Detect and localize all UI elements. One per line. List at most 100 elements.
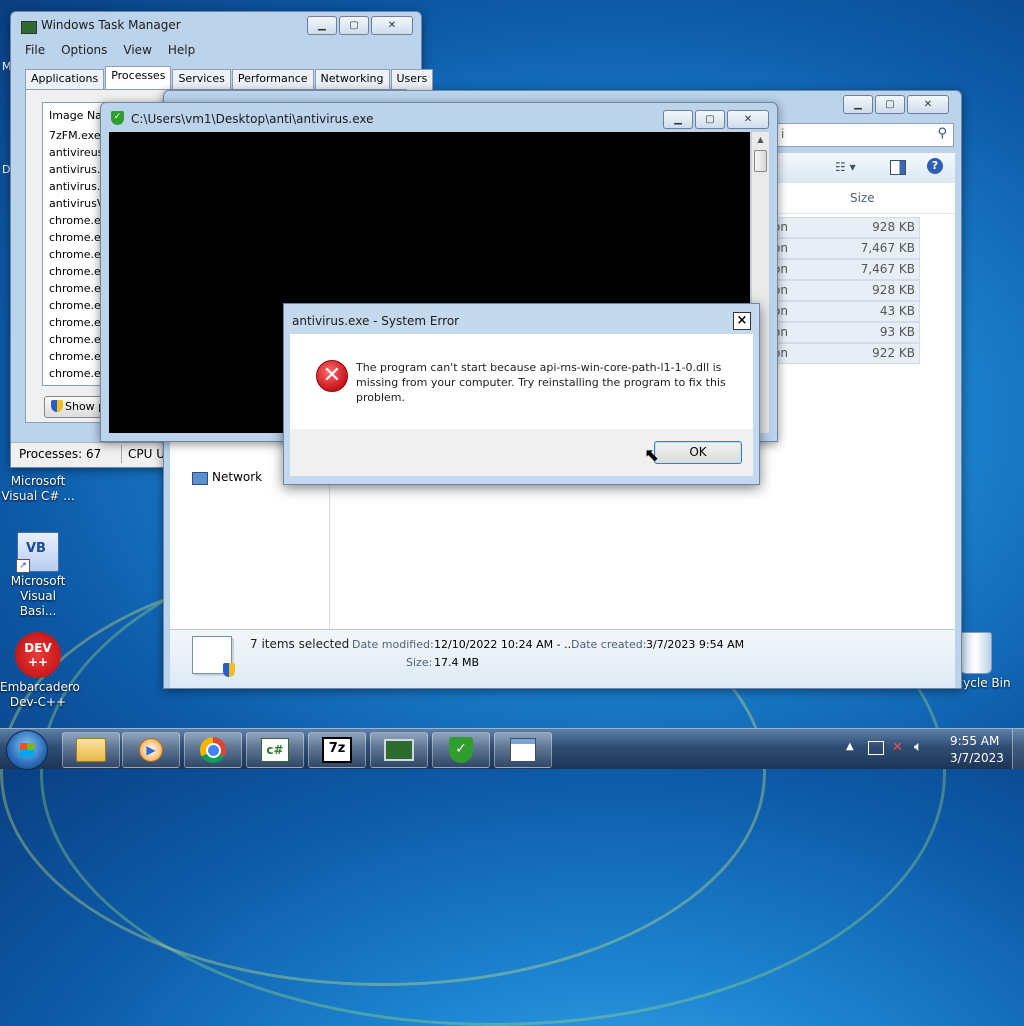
preview-pane-icon[interactable] [890,160,906,175]
column-header-size[interactable]: Size [850,191,875,205]
process-row[interactable]: chrome.ex [49,265,107,278]
clock-date[interactable]: 3/7/2023 [950,751,1004,765]
error-dialog: antivirus.exe - System Error × ✕ The pro… [283,303,760,485]
media-player-icon: ▶ [139,738,163,762]
taskbar-antivirus-button[interactable]: ✓ [432,732,490,768]
error-message-line: The program can't start because api-ms-w… [356,361,722,374]
process-row[interactable]: chrome.ex [49,350,107,363]
maximize-button[interactable]: ▢ [695,110,725,129]
action-center-icon[interactable] [868,741,884,755]
taskbar-window-button[interactable] [494,732,552,768]
explorer-search-box[interactable]: i ⚲ [776,123,954,147]
taskbar: ▶ c# 7z ✓ ▲ ✕ 🔈︎ 9:55 AM 3/7/2023 [0,728,1024,770]
application-window-icon [510,738,536,762]
menu-options[interactable]: Options [61,43,107,57]
process-row[interactable]: chrome.ex [49,299,107,312]
file-size-cell: 7,467 KB [860,262,915,276]
taskbar-chrome-button[interactable] [184,732,242,768]
volume-icon[interactable]: 🔈︎ [914,739,922,755]
process-row[interactable]: antivireus. [49,146,107,159]
file-row[interactable]: on 7,467 KB [770,259,920,280]
close-button[interactable]: ✕ [907,95,949,114]
antivirus-shield-icon: ✓ [111,111,124,125]
show-hidden-icons-icon[interactable]: ▲ [846,741,854,752]
process-row[interactable]: antivirus.e [49,163,107,176]
error-message: The program can't start because api-ms-w… [356,360,726,405]
tab-users[interactable]: Users [390,69,434,90]
help-icon[interactable]: ? [927,158,943,174]
menu-view[interactable]: View [123,43,151,57]
column-header-divider [770,213,955,214]
process-row[interactable]: chrome.ex [49,248,107,261]
tab-performance[interactable]: Performance [231,69,314,90]
process-row[interactable]: chrome.ex [49,333,107,346]
csharp-icon: c# [261,738,289,762]
error-dialog-close-button[interactable]: × [733,312,751,330]
tab-services[interactable]: Services [172,69,231,90]
process-row[interactable]: chrome.ex [49,214,107,227]
tab-processes[interactable]: Processes [105,66,172,90]
visual-basic-icon: VB ↗ [16,532,59,573]
console-title: C:\Users\vm1\Desktop\anti\antivirus.exe [131,112,374,126]
ok-button[interactable]: OK [654,441,742,464]
error-dialog-title: antivirus.exe - System Error [292,314,460,328]
menu-help[interactable]: Help [168,43,195,57]
taskbar-7zip-button[interactable]: 7z [308,732,366,768]
desktop-icon-label: Microsoft [10,474,66,488]
desktop-icon-visual-csharp[interactable]: Microsoft Visual C# ... [0,474,76,504]
search-input-text: i [781,127,785,141]
task-manager-title: Windows Task Manager [41,18,181,32]
windows-logo-icon [20,743,34,757]
status-processes: Processes: 67 [19,447,102,461]
minimize-button[interactable]: ▁ [843,95,873,114]
details-modified-value: 12/10/2022 10:24 AM - ... [434,638,575,651]
green-shield-icon: ✓ [449,737,473,763]
process-row[interactable]: chrome.ex [49,316,107,329]
file-size-cell: 922 KB [872,346,915,360]
file-row[interactable]: on 928 KB [770,217,920,238]
network-status-icon[interactable]: ✕ [892,740,903,755]
close-button[interactable]: ✕ [727,110,769,129]
desktop-icon-label: Microsoft [10,574,66,588]
start-button[interactable] [6,730,48,770]
nav-network[interactable]: Network [212,470,262,484]
task-manager-icon [384,739,414,761]
file-row[interactable]: on 43 KB [770,301,920,322]
menu-file[interactable]: File [25,43,45,57]
desktop-icon-label: Dev-C++ [9,695,67,709]
details-created-value: 3/7/2023 9:54 AM [646,638,745,651]
process-row[interactable]: antivirus.e [49,180,107,193]
file-row[interactable]: on 93 KB [770,322,920,343]
tab-networking[interactable]: Networking [314,69,390,90]
system-tray: ▲ ✕ 🔈︎ 9:55 AM 3/7/2023 [840,729,1024,769]
desktop-icon-visual-basic[interactable]: VB ↗ Microsoft Visual Basi... [0,532,76,619]
process-row[interactable]: chrome.ex [49,367,107,380]
process-row[interactable]: chrome.ex [49,231,107,244]
maximize-button[interactable]: ▢ [339,16,369,35]
minimize-button[interactable]: ▁ [307,16,337,35]
close-button[interactable]: ✕ [371,16,413,35]
file-row[interactable]: on 922 KB [770,343,920,364]
minimize-button[interactable]: ▁ [663,110,693,129]
file-row[interactable]: on 7,467 KB [770,238,920,259]
error-dialog-body: ✕ The program can't start because api-ms… [290,334,753,429]
scroll-up-arrow-icon[interactable]: ▲ [752,132,769,148]
view-options-icon[interactable]: ☷ ▾ [835,160,856,174]
explorer-caption-buttons: ▁ ▢ ✕ [843,95,949,114]
scrollbar-thumb[interactable] [754,150,767,172]
file-row[interactable]: on 928 KB [770,280,920,301]
desktop-icon-devcpp[interactable]: DEV ++ Embarcadero Dev-C++ [0,632,80,710]
details-created-label: Date created: [571,638,647,651]
uac-shield-icon [51,400,63,412]
clock-time[interactable]: 9:55 AM [950,734,999,748]
tab-applications[interactable]: Applications [25,69,105,90]
maximize-button[interactable]: ▢ [875,95,905,114]
show-desktop-button[interactable] [1012,729,1024,769]
process-row[interactable]: chrome.ex [49,282,107,295]
network-icon [192,472,208,485]
taskbar-csharp-button[interactable]: c# [246,732,304,768]
taskbar-media-player-button[interactable]: ▶ [122,732,180,768]
taskbar-explorer-button[interactable] [62,732,120,768]
process-row[interactable]: 7zFM.exe [49,129,101,142]
taskbar-task-manager-button[interactable] [370,732,428,768]
